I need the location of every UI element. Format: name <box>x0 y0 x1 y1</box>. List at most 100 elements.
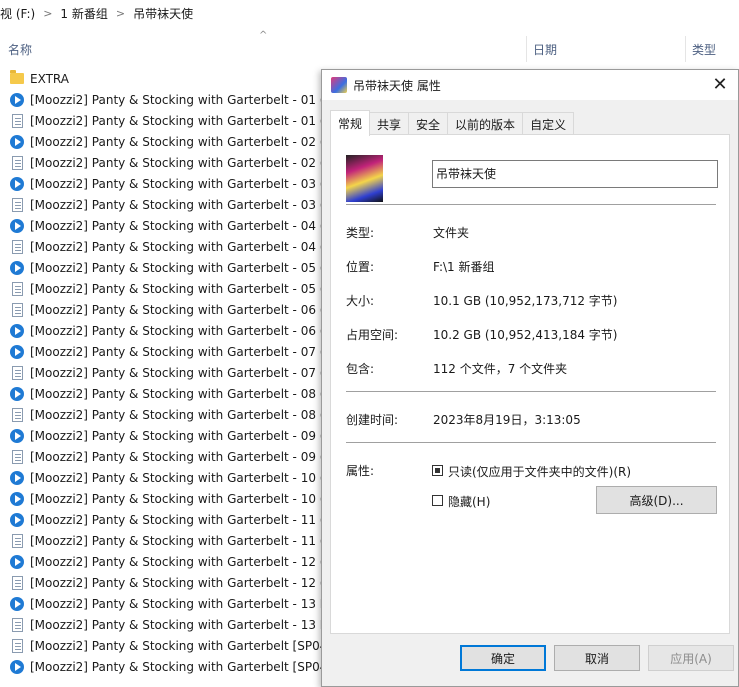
general-panel: 吊带袜天使 类型: 文件夹 位置: F:\1 新番组 大小: 10.1 GB (… <box>330 134 730 634</box>
attributes-label: 属性: <box>346 464 375 478</box>
file-icon-wrapper <box>9 218 25 234</box>
file-row[interactable]: [Moozzi2] Panty & Stocking with Garterbe… <box>0 425 322 446</box>
created-label: 创建时间: <box>346 413 399 427</box>
file-row[interactable]: [Moozzi2] Panty & Stocking with Garterbe… <box>0 194 322 215</box>
file-row[interactable]: [Moozzi2] Panty & Stocking with Garterbe… <box>0 215 322 236</box>
file-row[interactable]: [Moozzi2] Panty & Stocking with Garterbe… <box>0 110 322 131</box>
file-name: [Moozzi2] Panty & Stocking with Garterbe… <box>30 386 322 401</box>
file-row[interactable]: [Moozzi2] Panty & Stocking with Garterbe… <box>0 551 322 572</box>
tab-sharing[interactable]: 共享 <box>369 112 410 135</box>
text-file-icon <box>11 617 23 632</box>
file-name: [Moozzi2] Panty & Stocking with Garterbe… <box>30 134 322 149</box>
video-file-icon <box>10 92 24 107</box>
file-row[interactable]: [Moozzi2] Panty & Stocking with Garterbe… <box>0 446 322 467</box>
file-name: [Moozzi2] Panty & Stocking with Garterbe… <box>30 617 322 632</box>
file-name: [Moozzi2] Panty & Stocking with Garterbe… <box>30 113 322 128</box>
readonly-checkbox[interactable] <box>432 465 443 476</box>
column-header-name[interactable]: 名称 <box>8 36 32 62</box>
file-icon-wrapper <box>9 491 25 507</box>
column-header-type[interactable]: 类型 <box>692 36 716 62</box>
chevron-right-icon: > <box>43 6 53 20</box>
folder-name-field[interactable]: 吊带袜天使 <box>432 160 718 188</box>
video-file-icon <box>10 659 24 674</box>
file-icon-wrapper <box>9 470 25 486</box>
file-row[interactable]: [Moozzi2] Panty & Stocking with Garterbe… <box>0 404 322 425</box>
breadcrumb: 视 (F:) > 1 新番组 > 吊带袜天使 <box>0 0 197 26</box>
dialog-titlebar[interactable]: 吊带袜天使 属性 ✕ <box>322 70 738 100</box>
column-divider[interactable] <box>685 36 686 62</box>
apply-button[interactable]: 应用(A) <box>648 645 734 671</box>
file-row[interactable]: [Moozzi2] Panty & Stocking with Garterbe… <box>0 299 322 320</box>
file-name: [Moozzi2] Panty & Stocking with Garterbe… <box>30 344 322 359</box>
dialog-title: 吊带袜天使 属性 <box>353 78 441 93</box>
size-on-disk-label: 占用空间: <box>346 328 399 342</box>
file-row[interactable]: [Moozzi2] Panty & Stocking with Garterbe… <box>0 383 322 404</box>
text-file-icon <box>11 449 23 464</box>
file-row[interactable]: [Moozzi2] Panty & Stocking with Garterbe… <box>0 656 322 677</box>
sort-ascending-icon: ^ <box>259 30 268 41</box>
file-row[interactable]: [Moozzi2] Panty & Stocking with Garterbe… <box>0 341 322 362</box>
video-file-icon <box>10 260 24 275</box>
file-name: [Moozzi2] Panty & Stocking with Garterbe… <box>30 491 322 506</box>
file-name: [Moozzi2] Panty & Stocking with Garterbe… <box>30 197 322 212</box>
file-row[interactable]: [Moozzi2] Panty & Stocking with Garterbe… <box>0 236 322 257</box>
location-label: 位置: <box>346 260 375 274</box>
folder-thumbnail-icon <box>331 77 347 93</box>
file-icon-wrapper <box>9 554 25 570</box>
close-icon[interactable]: ✕ <box>710 75 730 95</box>
file-name: [Moozzi2] Panty & Stocking with Garterbe… <box>30 323 322 338</box>
video-file-icon <box>10 323 24 338</box>
file-row[interactable]: [Moozzi2] Panty & Stocking with Garterbe… <box>0 530 322 551</box>
tab-customize[interactable]: 自定义 <box>522 112 575 135</box>
folder-row[interactable]: EXTRA <box>0 68 322 89</box>
file-row[interactable]: [Moozzi2] Panty & Stocking with Garterbe… <box>0 89 322 110</box>
video-file-icon <box>10 428 24 443</box>
text-file-icon <box>11 281 23 296</box>
video-file-icon <box>10 386 24 401</box>
ok-button[interactable]: 确定 <box>460 645 546 671</box>
file-row[interactable]: [Moozzi2] Panty & Stocking with Garterbe… <box>0 614 322 635</box>
video-file-icon <box>10 512 24 527</box>
file-row[interactable]: [Moozzi2] Panty & Stocking with Garterbe… <box>0 131 322 152</box>
file-name: [Moozzi2] Panty & Stocking with Garterbe… <box>30 470 322 485</box>
file-icon-wrapper <box>9 533 25 549</box>
divider <box>346 204 716 205</box>
hidden-label[interactable]: 隐藏(H) <box>448 493 490 510</box>
readonly-label[interactable]: 只读(仅应用于文件夹中的文件)(R) <box>448 463 631 480</box>
file-row[interactable]: [Moozzi2] Panty & Stocking with Garterbe… <box>0 320 322 341</box>
file-row[interactable]: [Moozzi2] Panty & Stocking with Garterbe… <box>0 509 322 530</box>
breadcrumb-item-current[interactable]: 吊带袜天使 <box>133 5 193 22</box>
location-value: F:\1 新番组 <box>433 260 495 274</box>
file-row[interactable]: [Moozzi2] Panty & Stocking with Garterbe… <box>0 593 322 614</box>
file-icon-wrapper <box>9 344 25 360</box>
file-row[interactable]: [Moozzi2] Panty & Stocking with Garterbe… <box>0 278 322 299</box>
file-row[interactable]: [Moozzi2] Panty & Stocking with Garterbe… <box>0 362 322 383</box>
video-file-icon <box>10 176 24 191</box>
hidden-checkbox[interactable] <box>432 495 443 506</box>
video-file-icon <box>10 134 24 149</box>
file-row[interactable]: [Moozzi2] Panty & Stocking with Garterbe… <box>0 152 322 173</box>
contains-value: 112 个文件，7 个文件夹 <box>433 362 568 376</box>
text-file-icon <box>11 533 23 548</box>
text-file-icon <box>11 302 23 317</box>
file-name: [Moozzi2] Panty & Stocking with Garterbe… <box>30 512 322 527</box>
file-icon-wrapper <box>9 365 25 381</box>
file-row[interactable]: [Moozzi2] Panty & Stocking with Garterbe… <box>0 488 322 509</box>
file-row[interactable]: [Moozzi2] Panty & Stocking with Garterbe… <box>0 257 322 278</box>
file-icon-wrapper <box>9 260 25 276</box>
file-icon-wrapper <box>9 134 25 150</box>
file-row[interactable]: [Moozzi2] Panty & Stocking with Garterbe… <box>0 467 322 488</box>
advanced-button[interactable]: 高级(D)... <box>596 486 717 514</box>
breadcrumb-item-folder[interactable]: 1 新番组 <box>60 5 107 22</box>
cancel-button[interactable]: 取消 <box>554 645 640 671</box>
tab-general[interactable]: 常规 <box>330 110 371 136</box>
divider <box>346 442 716 443</box>
file-row[interactable]: [Moozzi2] Panty & Stocking with Garterbe… <box>0 572 322 593</box>
file-row[interactable]: [Moozzi2] Panty & Stocking with Garterbe… <box>0 173 322 194</box>
breadcrumb-item-drive[interactable]: 视 (F:) <box>0 5 35 22</box>
column-header-date[interactable]: 日期 <box>533 36 557 62</box>
tab-previous-versions[interactable]: 以前的版本 <box>447 112 524 135</box>
tab-security[interactable]: 安全 <box>408 112 449 135</box>
file-row[interactable]: [Moozzi2] Panty & Stocking with Garterbe… <box>0 635 322 656</box>
column-divider[interactable] <box>526 36 527 62</box>
